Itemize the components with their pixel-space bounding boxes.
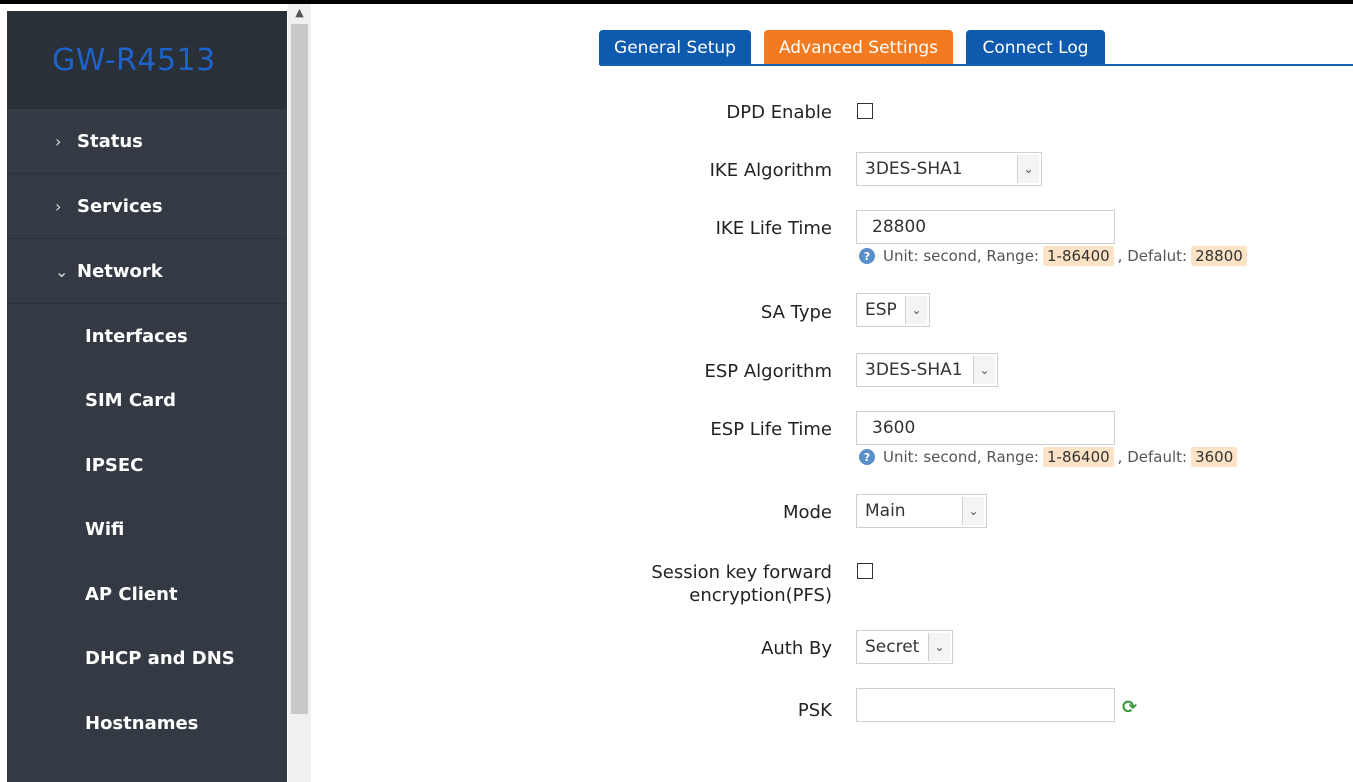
ike-algorithm-value: 3DES-SHA1	[865, 159, 963, 179]
sidebar-scrollbar[interactable]: ▲	[288, 4, 311, 782]
sidebar-item-dhcp-and-dns[interactable]: DHCP and DNS	[7, 627, 287, 692]
default-label: , Defalut:	[1117, 247, 1188, 265]
esp-algorithm-value: 3DES-SHA1	[865, 360, 963, 380]
ike-life-time-label: IKE Life Time	[715, 218, 832, 239]
sidebar-item-ipsec[interactable]: IPSEC	[7, 433, 287, 498]
sidebar-item-status[interactable]: › Status	[7, 109, 287, 174]
tab-connect-log[interactable]: Connect Log	[966, 30, 1105, 65]
sidebar-item-hostnames[interactable]: Hostnames	[7, 691, 287, 756]
psk-label: PSK	[797, 700, 832, 721]
help-icon: ?	[859, 449, 875, 465]
sidebar-item-sim-card[interactable]: SIM Card	[7, 369, 287, 434]
sa-type-select[interactable]: ESP ⌄	[856, 293, 930, 327]
ike-algorithm-select[interactable]: 3DES-SHA1 ⌄	[856, 152, 1042, 186]
chevron-down-icon: ⌄	[1017, 155, 1039, 183]
sidebar-item-label: Network	[77, 260, 163, 282]
sidebar-item-label: Hostnames	[85, 712, 199, 734]
pfs-label-line1: Session key forward	[651, 562, 832, 583]
esp-life-time-label: ESP Life Time	[710, 419, 832, 440]
chevron-right-icon: ›	[55, 131, 62, 151]
sidebar-item-ap-client[interactable]: AP Client	[7, 562, 287, 627]
dpd-enable-checkbox[interactable]	[857, 103, 873, 119]
sa-type-value: ESP	[865, 300, 897, 320]
hint-text: Unit: second, Range:	[883, 448, 1039, 466]
default-label: , Default:	[1117, 448, 1188, 466]
chevron-down-icon: ⌄	[973, 356, 995, 384]
app-title: GW-R4513	[52, 42, 216, 78]
pfs-label: Session key forward encryption(PFS)	[651, 561, 832, 607]
chevron-down-icon: ⌄	[962, 497, 984, 525]
top-border	[0, 0, 1353, 4]
ike-life-time-hint: ? Unit: second, Range: 1-86400 , Defalut…	[859, 246, 1247, 266]
esp-algorithm-select[interactable]: 3DES-SHA1 ⌄	[856, 353, 998, 387]
refresh-icon[interactable]: ⟳	[1122, 697, 1137, 718]
esp-algorithm-label: ESP Algorithm	[704, 361, 832, 382]
auth-by-label: Auth By	[761, 638, 832, 659]
scroll-thumb[interactable]	[291, 24, 308, 714]
help-icon: ?	[859, 248, 875, 264]
ike-life-time-input[interactable]: 28800	[856, 210, 1115, 244]
mode-label: Mode	[782, 502, 832, 523]
sidebar-item-services[interactable]: › Services	[7, 174, 287, 239]
sidebar-item-interfaces[interactable]: Interfaces	[7, 304, 287, 369]
auth-by-value: Secret	[865, 637, 920, 657]
sidebar-item-label: AP Client	[85, 583, 178, 605]
sidebar-item-label: Wifi	[85, 519, 125, 541]
hint-text: Unit: second, Range:	[883, 247, 1039, 265]
sidebar-item-label: Interfaces	[85, 325, 188, 347]
esp-life-time-hint: ? Unit: second, Range: 1-86400 , Default…	[859, 447, 1238, 467]
dpd-enable-label: DPD Enable	[726, 102, 832, 123]
chevron-down-icon: ⌄	[55, 261, 69, 281]
mode-value: Main	[865, 501, 906, 521]
esp-life-time-input[interactable]: 3600	[856, 411, 1115, 445]
sidebar-item-label: IPSEC	[85, 454, 144, 476]
chevron-right-icon: ›	[55, 196, 62, 216]
tab-advanced-settings[interactable]: Advanced Settings	[764, 30, 953, 65]
sidebar-item-wifi[interactable]: Wifi	[7, 498, 287, 563]
sa-type-label: SA Type	[760, 302, 832, 323]
pfs-checkbox[interactable]	[857, 563, 873, 579]
range-badge: 1-86400	[1042, 246, 1114, 266]
ike-algorithm-label: IKE Algorithm	[709, 160, 832, 181]
sidebar-item-network[interactable]: ⌄ Network	[7, 239, 287, 304]
sidebar-item-label: DHCP and DNS	[85, 648, 235, 670]
brand-header: GW-R4513	[7, 11, 287, 109]
sidebar-item-label: SIM Card	[85, 390, 176, 412]
sidebar: GW-R4513 › Status › Services ⌄ Network I…	[7, 11, 287, 782]
tab-general-setup[interactable]: General Setup	[599, 30, 751, 65]
default-badge: 3600	[1191, 447, 1238, 467]
sidebar-item-label: Status	[77, 130, 143, 152]
scroll-up-arrow-icon[interactable]: ▲	[288, 4, 311, 22]
chevron-down-icon: ⌄	[905, 296, 927, 324]
tabbar-underline	[600, 64, 1353, 66]
auth-by-select[interactable]: Secret ⌄	[856, 630, 953, 664]
sidebar-item-label: Services	[77, 195, 163, 217]
psk-input[interactable]	[856, 688, 1115, 722]
default-badge: 28800	[1191, 246, 1247, 266]
range-badge: 1-86400	[1042, 447, 1114, 467]
pfs-label-line2: encryption(PFS)	[689, 585, 832, 606]
chevron-down-icon: ⌄	[928, 633, 950, 661]
mode-select[interactable]: Main ⌄	[856, 494, 987, 528]
